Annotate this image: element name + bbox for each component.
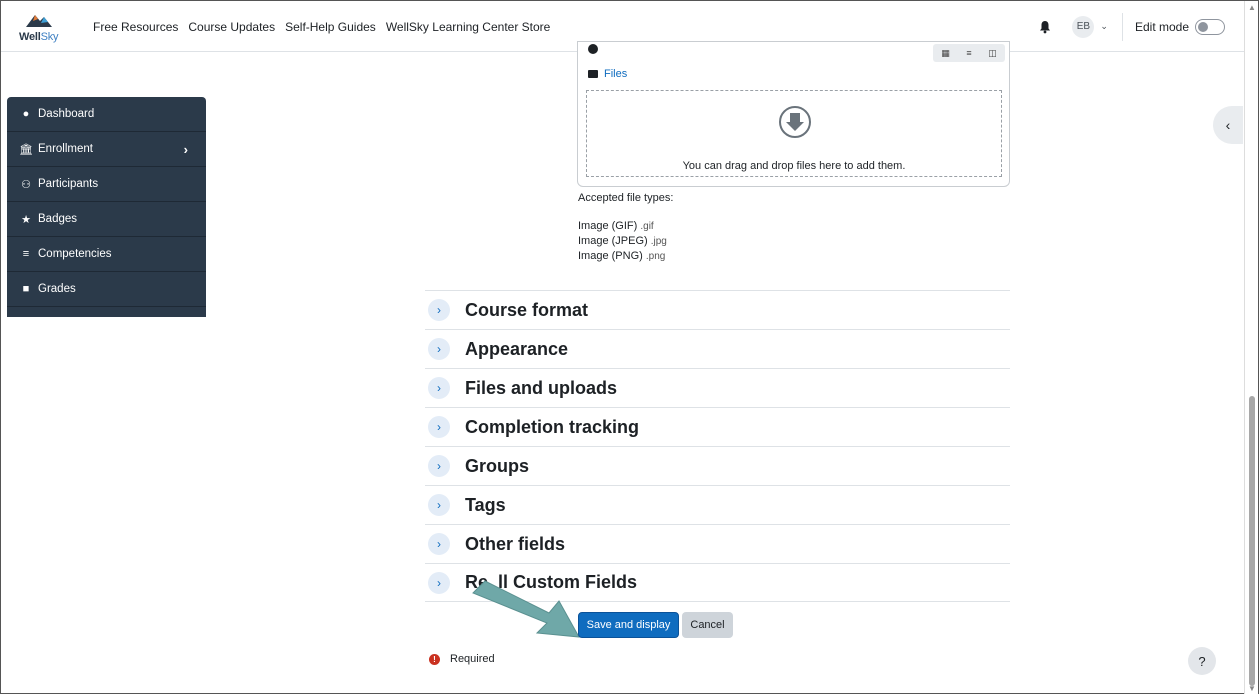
section-appearance[interactable]: › Appearance	[425, 329, 1010, 368]
scroll-up-arrow-icon[interactable]: ▲	[1248, 3, 1256, 12]
expand-chevron-icon[interactable]: ›	[428, 571, 450, 594]
download-arrow-icon	[779, 106, 811, 138]
nav-link-course-updates[interactable]: Course Updates	[188, 20, 275, 34]
notification-bell-icon[interactable]	[1038, 20, 1052, 34]
institution-icon: 🏛	[19, 143, 33, 156]
expand-chevron-icon[interactable]: ›	[428, 299, 450, 321]
chevron-left-icon: ‹	[1225, 117, 1231, 133]
drawer-item-badges[interactable]: ★ Badges	[7, 202, 206, 237]
required-legend: ! Required	[429, 653, 495, 665]
file-type-item: Image (PNG) .png	[578, 250, 666, 262]
help-button[interactable]: ?	[1188, 647, 1216, 675]
expand-chevron-icon[interactable]: ›	[428, 533, 450, 555]
drawer-item-participants[interactable]: ⚇ Participants	[7, 167, 206, 202]
section-tags[interactable]: › Tags	[425, 485, 1010, 524]
edit-mode-toggle[interactable]	[1195, 18, 1225, 35]
edit-mode-label: Edit mode	[1134, 19, 1189, 34]
folder-icon	[588, 70, 598, 78]
nav-link-self-help-guides[interactable]: Self-Help Guides	[285, 20, 376, 34]
section-completion-tracking[interactable]: › Completion tracking	[425, 407, 1010, 446]
user-avatar[interactable]: EB	[1072, 15, 1095, 38]
course-index-drawer: ● Dashboard 🏛 Enrollment › ⚇ Participant…	[7, 97, 206, 317]
view-icons-icon[interactable]: ▦	[941, 48, 950, 59]
file-dropzone[interactable]: You can drag and drop files here to add …	[586, 90, 1002, 177]
view-list-icon[interactable]: ≡	[966, 48, 971, 58]
view-tree-icon[interactable]: ◫	[988, 48, 997, 59]
accepted-file-types-list: Image (GIF) .gif Image (JPEG) .jpg Image…	[578, 219, 667, 264]
drawer-item-enrollment[interactable]: 🏛 Enrollment ›	[7, 132, 206, 167]
section-files-and-uploads[interactable]: › Files and uploads	[425, 368, 1010, 407]
users-icon: ⚇	[21, 178, 31, 191]
file-type-item: Image (JPEG) .jpg	[578, 235, 667, 247]
cancel-button[interactable]: Cancel	[682, 612, 733, 638]
expand-chevron-icon[interactable]: ›	[428, 494, 450, 516]
annotation-arrow-icon	[472, 580, 580, 638]
expand-chevron-icon[interactable]: ›	[428, 377, 450, 399]
open-block-drawer-button[interactable]: ‹	[1213, 106, 1243, 144]
file-manager-path[interactable]: Files	[588, 68, 627, 80]
page-scrollbar[interactable]: ▲ ▼	[1244, 1, 1258, 694]
expand-chevron-icon[interactable]: ›	[428, 455, 450, 477]
drawer-item-dashboard[interactable]: ● Dashboard	[7, 97, 206, 132]
accepted-file-types-label: Accepted file types:	[578, 192, 674, 204]
dashboard-icon: ●	[22, 108, 30, 120]
nav-divider	[1121, 12, 1123, 41]
user-nav: EB ⌄ Edit mode	[1038, 1, 1225, 52]
wellsky-logo[interactable]: WellSky	[19, 9, 59, 47]
section-other-fields[interactable]: › Other fields	[425, 524, 1010, 563]
scrollbar-thumb[interactable]	[1249, 396, 1255, 686]
list-check-icon: ≡	[22, 248, 30, 260]
file-type-item: Image (GIF) .gif	[578, 220, 654, 232]
expand-chevron-icon[interactable]: ›	[428, 416, 450, 438]
logo-wordmark: WellSky	[19, 31, 59, 43]
drawer-item-grades[interactable]: ■ Grades	[7, 272, 206, 307]
view-mode-buttons: ▦ ≡ ◫	[933, 44, 1005, 62]
scroll-down-arrow-icon[interactable]: ▼	[1248, 684, 1256, 693]
nav-link-free-resources[interactable]: Free Resources	[93, 20, 178, 34]
badge-icon: ★	[21, 213, 31, 226]
section-course-format[interactable]: › Course format	[425, 290, 1010, 329]
file-manager: ▦ ≡ ◫ Files You can drag and drop files …	[577, 41, 1010, 187]
mountain-logo-icon	[26, 15, 52, 27]
required-exclamation-icon: !	[429, 653, 440, 665]
file-manager-toolbar: ▦ ≡ ◫	[578, 42, 1009, 66]
save-and-display-button[interactable]: Save and display	[578, 612, 679, 638]
add-file-icon[interactable]	[588, 44, 598, 54]
section-groups[interactable]: › Groups	[425, 446, 1010, 485]
expand-chevron-icon[interactable]: ›	[428, 338, 450, 360]
grades-icon: ■	[22, 283, 30, 295]
primary-nav: Free Resources Course Updates Self-Help …	[93, 1, 560, 52]
collapsible-sections: › Course format › Appearance › Files and…	[425, 290, 1010, 602]
nav-link-learning-center-store[interactable]: WellSky Learning Center Store	[386, 20, 551, 34]
dropzone-text: You can drag and drop files here to add …	[682, 160, 906, 172]
chevron-right-icon: ›	[183, 141, 188, 157]
drawer-item-competencies[interactable]: ≡ Competencies	[7, 237, 206, 272]
user-menu-chevron-down-icon[interactable]: ⌄	[1100, 21, 1108, 32]
